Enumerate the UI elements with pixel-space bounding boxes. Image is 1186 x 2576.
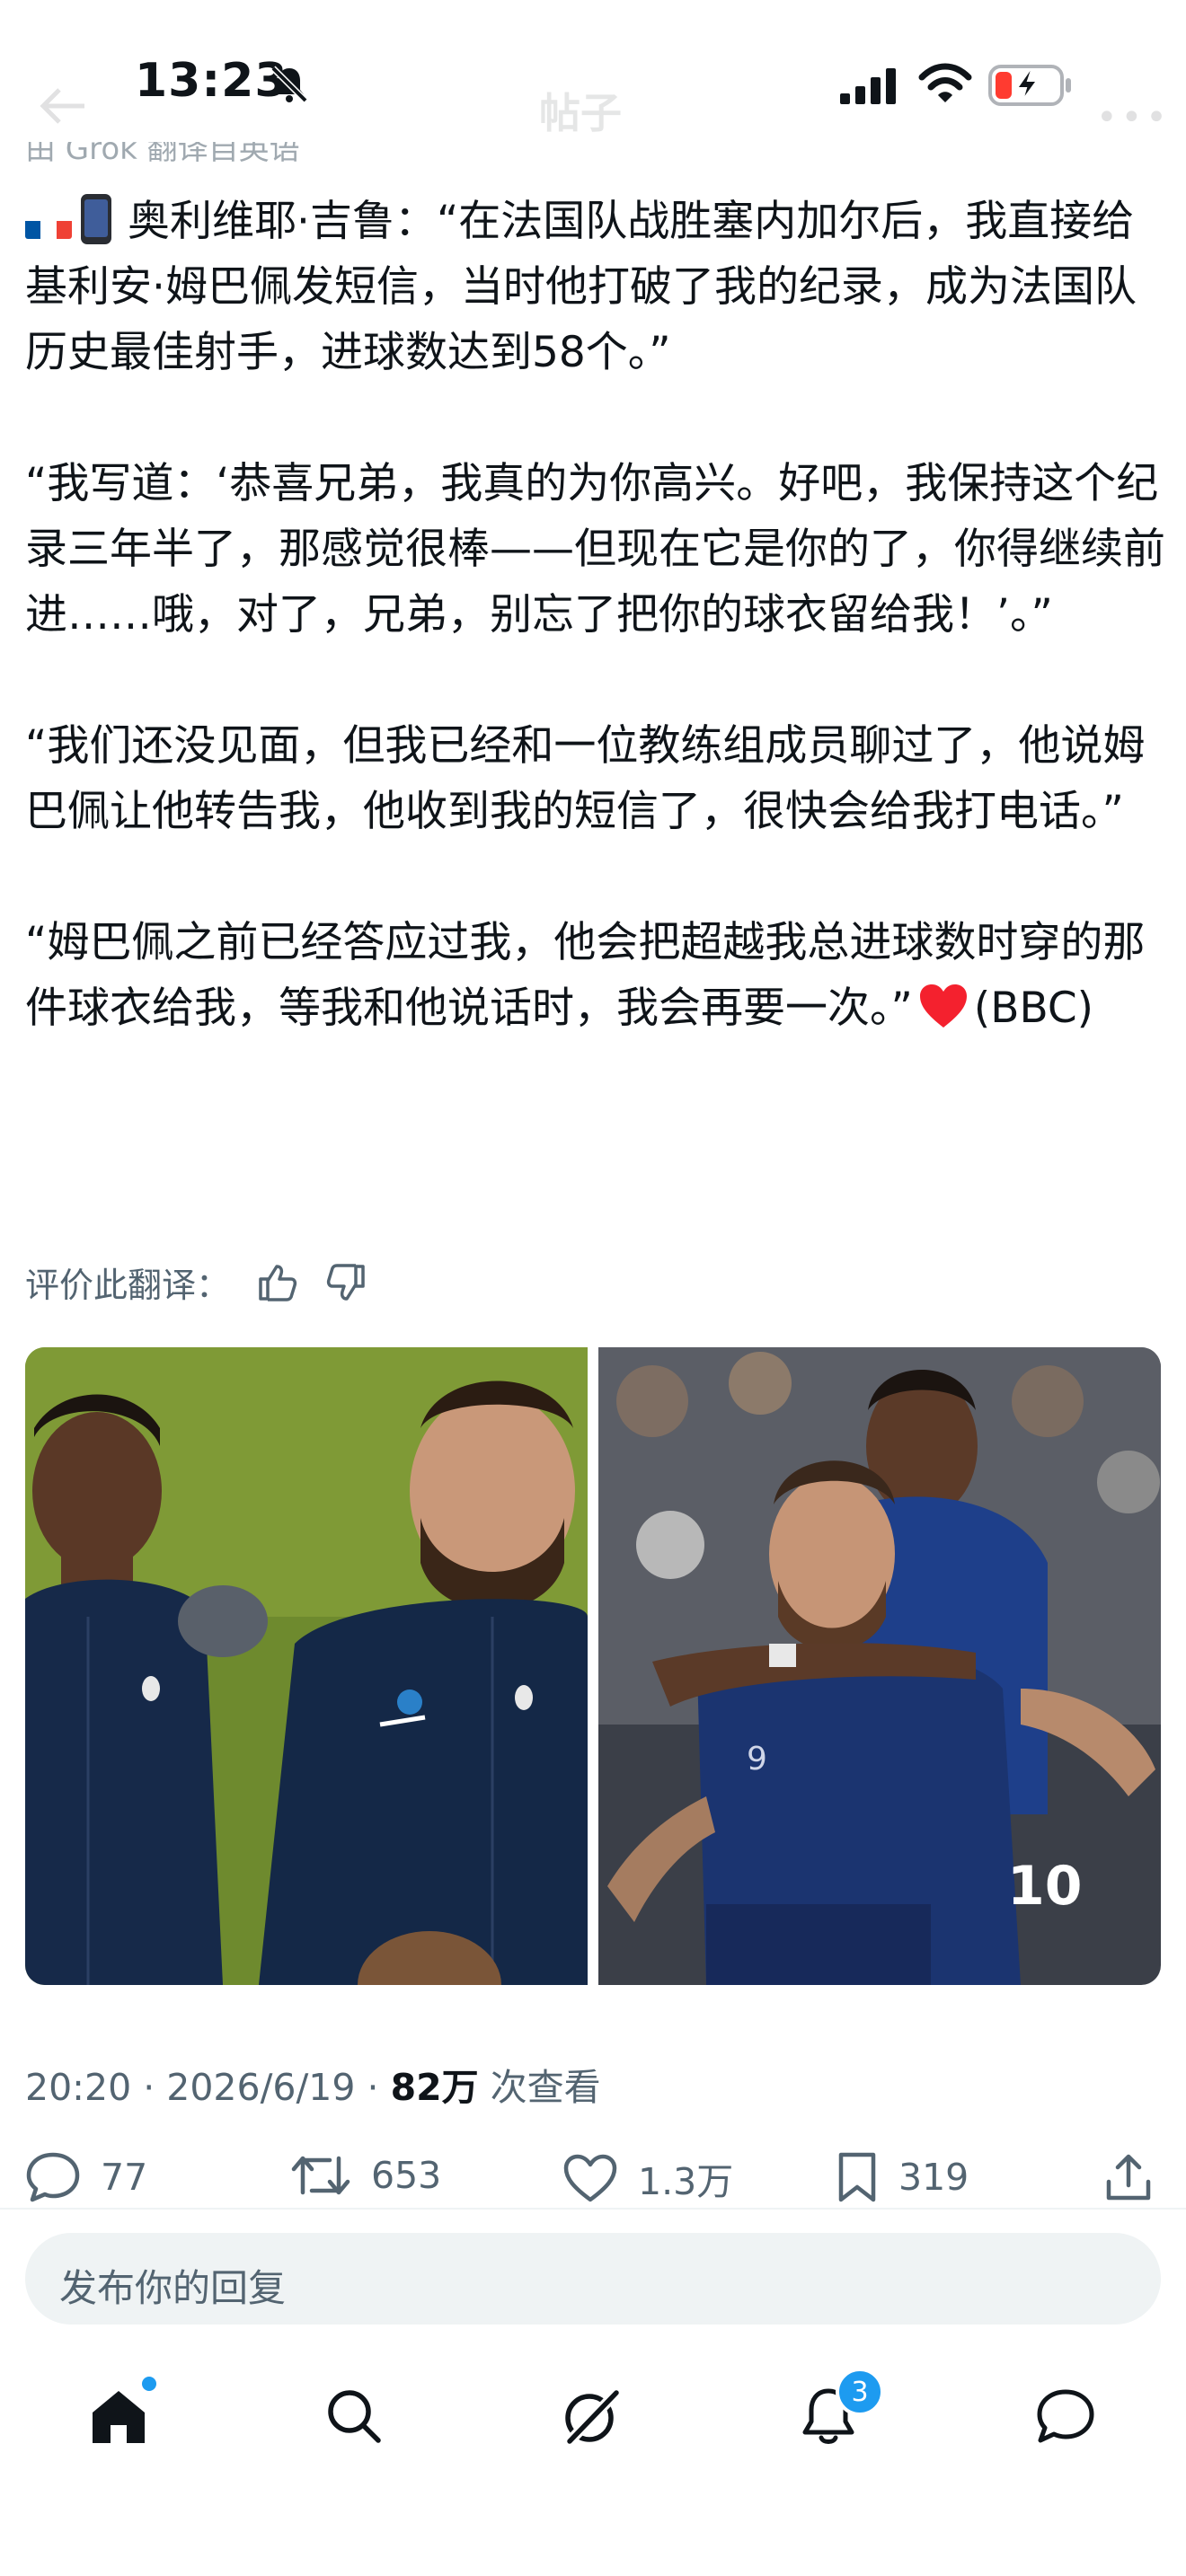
post-paragraph-3: “我们还没见面，但我已经和一位教练组成员聊过了，他说姆巴佩让他转告我，他收到我的… (25, 721, 1146, 836)
cellular-signal-icon (840, 68, 899, 108)
post-text: 奥利维耶·吉鲁：“在法国队战胜塞内加尔后，我直接给基利安·姆巴佩发短信，当时他打… (25, 189, 1166, 1048)
tab-messages[interactable] (1030, 2380, 1102, 2452)
bottom-tab-bar: 3 (0, 2362, 1186, 2479)
views-count: 82万 (390, 2066, 479, 2109)
post-meta: 20:20 · 2026/6/19 · 82万 次查看 (25, 2057, 601, 2111)
home-icon (93, 2391, 145, 2443)
wifi-icon (918, 63, 972, 108)
notifications-badge: 3 (836, 2368, 884, 2416)
like-button[interactable]: 1.3万 (562, 2151, 733, 2205)
source-tag: (BBC) (973, 984, 1094, 1033)
status-time: 13:23 (135, 54, 288, 108)
views-label: 次查看 (478, 2066, 601, 2109)
share-button[interactable] (1103, 2151, 1154, 2203)
share-icon (1106, 2154, 1151, 2201)
thumbs-up-icon[interactable] (257, 1263, 298, 1302)
tab-home[interactable] (83, 2377, 156, 2452)
silent-bell-icon (270, 65, 309, 108)
bookmark-button[interactable]: 319 (836, 2151, 969, 2203)
photo-players-anthem[interactable] (25, 1347, 588, 1985)
mobile-phone-icon (81, 194, 111, 244)
messages-icon (1037, 2389, 1094, 2443)
rate-translation: 评价此翻译： (25, 1257, 367, 1307)
thumbs-down-icon[interactable] (325, 1263, 367, 1302)
post-paragraph-1: 奥利维耶·吉鲁：“在法国队战胜塞内加尔后，我直接给基利安·姆巴佩发短信，当时他打… (25, 189, 1166, 385)
battery-icon (988, 65, 1073, 110)
tab-notifications[interactable]: 3 (792, 2368, 884, 2452)
repost-icon (291, 2156, 350, 2195)
search-icon (328, 2390, 381, 2443)
page-title: 帖子 (539, 89, 622, 137)
france-flag-icon (25, 207, 72, 239)
repost-button[interactable]: 653 (290, 2151, 441, 2200)
post-paragraph-2: “我写道：‘恭喜兄弟，我真的为你高兴。好吧，我保持这个纪录三年半了，那感觉很棒—… (25, 459, 1165, 640)
reply-icon (26, 2152, 80, 2202)
bookmark-icon (838, 2152, 876, 2202)
heart-icon (563, 2154, 617, 2202)
back-arrow-icon[interactable] (38, 86, 88, 129)
rate-translation-label: 评价此翻译： (25, 1266, 231, 1305)
repost-count: 653 (371, 2154, 442, 2197)
media-grid[interactable]: 10 9 (25, 1347, 1161, 1985)
reply-button[interactable]: 77 (25, 2151, 147, 2203)
translation-note-clipped: 由 Grok 翻译自英语 (25, 142, 300, 167)
svg-text:10: 10 (1007, 1855, 1083, 1918)
home-unread-dot (142, 2377, 156, 2391)
more-icon[interactable]: ••• (1096, 97, 1171, 138)
svg-text:9: 9 (747, 1741, 767, 1778)
divider (0, 2208, 1186, 2210)
action-bar: 77 653 1.3万 319 (25, 2151, 1161, 2214)
red-heart-icon (918, 983, 969, 1048)
tab-grok[interactable] (555, 2380, 627, 2452)
grok-icon (563, 2386, 623, 2448)
like-count: 1.3万 (638, 2160, 734, 2203)
post-timestamp: 20:20 · 2026/6/19 · (25, 2066, 391, 2109)
bookmark-count: 319 (898, 2156, 969, 2199)
reply-placeholder: 发布你的回复 (59, 2266, 287, 2310)
photo-players-celebration[interactable]: 10 9 (598, 1347, 1161, 1985)
post-paragraph-4: “姆巴佩之前已经答应过我，他会把超越我总进球数时穿的那件球衣给我，等我和他说话时… (25, 910, 1166, 1048)
reply-input[interactable]: 发布你的回复 (25, 2233, 1161, 2325)
tab-search[interactable] (318, 2380, 390, 2452)
reply-count: 77 (101, 2156, 148, 2199)
